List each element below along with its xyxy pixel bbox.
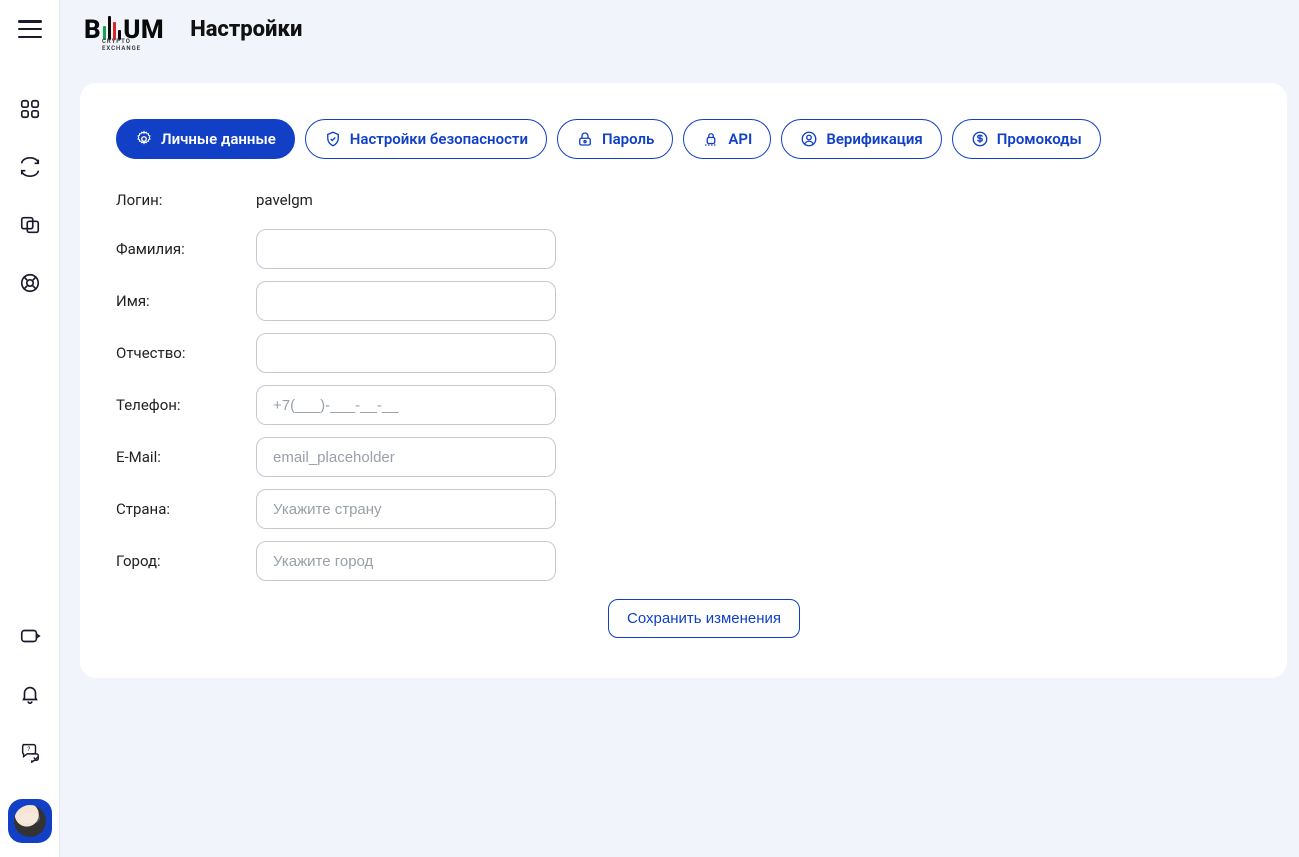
tabs: Личные данные Настройки безопасности Пар… — [116, 119, 1251, 159]
sidebar-nav-bottom: ? — [8, 625, 52, 857]
logo-text-left: B — [84, 15, 101, 45]
support-icon[interactable] — [19, 272, 41, 294]
avatar[interactable] — [8, 799, 52, 843]
country-input[interactable] — [256, 489, 556, 529]
save-button[interactable]: Сохранить изменения — [608, 599, 800, 638]
api-lock-icon — [702, 130, 720, 148]
city-input[interactable] — [256, 541, 556, 581]
tab-promo[interactable]: Промокоды — [952, 119, 1101, 159]
svg-text:?: ? — [27, 745, 30, 753]
city-label: Город: — [116, 552, 256, 570]
wallet-out-icon[interactable] — [19, 625, 41, 647]
logo[interactable]: B UM CRYPTO EXCHANGE — [84, 14, 164, 45]
tab-label: Настройки безопасности — [350, 130, 528, 148]
patronymic-label: Отчество: — [116, 344, 256, 362]
topbar: B UM CRYPTO EXCHANGE Настройки — [60, 0, 1299, 55]
page-title: Настройки — [190, 17, 302, 42]
tab-label: API — [728, 130, 752, 148]
firstname-label: Имя: — [116, 292, 256, 310]
tab-password[interactable]: Пароль — [557, 119, 673, 159]
settings-card: Личные данные Настройки безопасности Пар… — [80, 83, 1287, 678]
profile-form: Логин: pavelgm Фамилия: Имя: Отчество: Т… — [116, 183, 916, 581]
tab-personal[interactable]: Личные данные — [116, 119, 295, 159]
dollar-circle-icon — [971, 130, 989, 148]
login-label: Логин: — [116, 191, 256, 209]
phone-label: Телефон: — [116, 396, 256, 414]
email-input[interactable] — [256, 437, 556, 477]
settings-icon — [135, 130, 153, 148]
exchange-icon[interactable] — [19, 156, 41, 178]
firstname-input[interactable] — [256, 281, 556, 321]
shield-check-icon — [324, 130, 342, 148]
chat-help-icon[interactable]: ? — [19, 741, 41, 763]
user-circle-icon — [800, 130, 818, 148]
tab-label: Пароль — [602, 130, 654, 148]
sidebar-nav-top — [19, 98, 41, 294]
logo-subtitle: CRYPTO EXCHANGE — [102, 38, 164, 52]
bell-icon[interactable] — [19, 683, 41, 705]
lock-key-icon — [576, 130, 594, 148]
dashboard-icon[interactable] — [19, 98, 41, 120]
tab-security[interactable]: Настройки безопасности — [305, 119, 547, 159]
main: B UM CRYPTO EXCHANGE Настройки Личные да… — [60, 0, 1299, 857]
patronymic-input[interactable] — [256, 333, 556, 373]
email-label: E-Mail: — [116, 448, 256, 466]
tab-label: Промокоды — [997, 130, 1082, 148]
lastname-input[interactable] — [256, 229, 556, 269]
phone-input[interactable] — [256, 385, 556, 425]
sidebar: ? — [0, 0, 60, 857]
tab-label: Верификация — [826, 130, 922, 148]
country-label: Страна: — [116, 500, 256, 518]
tab-verification[interactable]: Верификация — [781, 119, 941, 159]
lastname-label: Фамилия: — [116, 240, 256, 258]
transfer-icon[interactable] — [19, 214, 41, 236]
tab-label: Личные данные — [161, 130, 276, 148]
login-value: pavelgm — [256, 183, 556, 217]
logo-bars-icon — [103, 16, 121, 40]
menu-toggle[interactable] — [18, 20, 42, 38]
tab-api[interactable]: API — [683, 119, 771, 159]
